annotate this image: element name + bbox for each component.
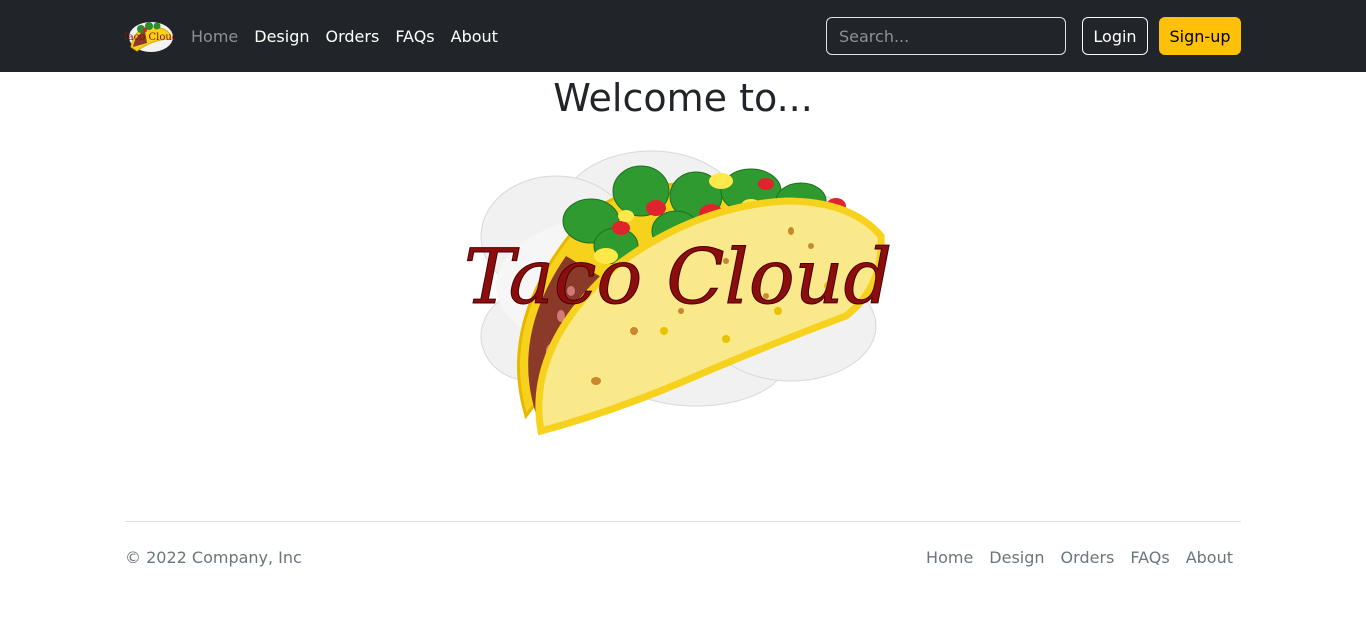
nav-link-home[interactable]: Home xyxy=(183,27,246,46)
footer-link-design[interactable]: Design xyxy=(981,547,1052,569)
footer-divider xyxy=(125,521,1241,522)
footer-link-orders[interactable]: Orders xyxy=(1053,547,1123,569)
signup-button[interactable]: Sign-up xyxy=(1159,17,1241,55)
nav-link-faqs[interactable]: FAQs xyxy=(387,27,442,46)
nav-link-design[interactable]: Design xyxy=(246,27,317,46)
login-button[interactable]: Login xyxy=(1082,17,1148,55)
nav-links: Home Design Orders FAQs About xyxy=(183,0,506,72)
footer-copyright: © 2022 Company, Inc xyxy=(125,548,302,567)
footer-links: Home Design Orders FAQs About xyxy=(918,547,1241,569)
nav-logo-text: Taco Cloud xyxy=(125,32,175,43)
footer-link-about[interactable]: About xyxy=(1178,547,1241,569)
taco-cloud-logo-icon[interactable]: Taco Cloud xyxy=(125,17,175,55)
nav-link-about[interactable]: About xyxy=(443,27,506,46)
page-title: Welcome to... xyxy=(553,76,813,120)
nav-link-orders[interactable]: Orders xyxy=(318,27,388,46)
footer-link-faqs[interactable]: FAQs xyxy=(1122,547,1177,569)
taco-cloud-hero-logo: Taco Cloud xyxy=(466,150,890,436)
footer-link-home[interactable]: Home xyxy=(918,547,981,569)
search-input[interactable] xyxy=(826,17,1066,55)
hero-logo-text: Taco Cloud xyxy=(466,232,890,321)
top-navbar: Taco Cloud Home Design Orders FAQs About… xyxy=(0,0,1366,72)
